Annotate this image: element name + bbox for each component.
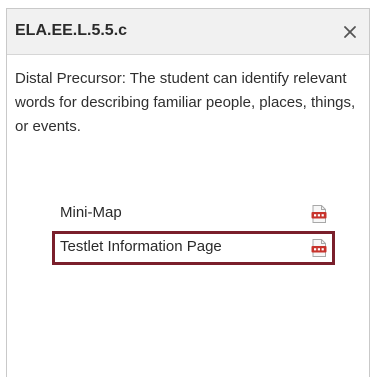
resource-link-testlet-information-page[interactable]: Testlet Information Page <box>52 231 335 265</box>
pdf-icon <box>311 239 327 257</box>
standard-description: Distal Precursor: The student can identi… <box>15 70 356 135</box>
resource-link-mini-map[interactable]: Mini-Map <box>52 197 335 231</box>
resource-panel: ELA.EE.L.5.5.c Distal Precursor: The stu… <box>6 8 370 377</box>
panel-title: ELA.EE.L.5.5.c <box>15 22 128 39</box>
resource-label: Mini-Map <box>60 204 122 221</box>
pdf-icon <box>311 205 327 223</box>
resource-label: Testlet Information Page <box>60 238 222 255</box>
panel-header: ELA.EE.L.5.5.c <box>7 9 369 55</box>
close-icon[interactable] <box>341 23 359 41</box>
